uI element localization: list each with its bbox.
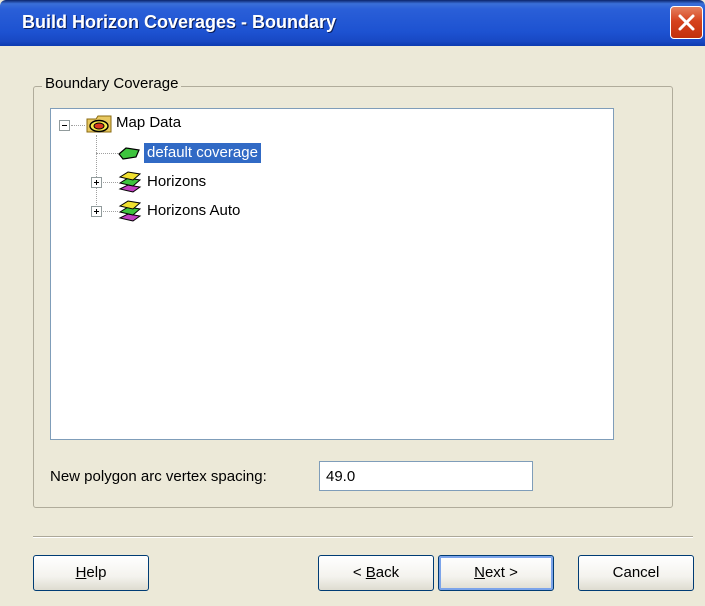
title-bar[interactable]: Build Horizon Coverages - Boundary [0, 0, 705, 46]
back-label-rest: ack [375, 564, 400, 581]
dialog-window: Build Horizon Coverages - Boundary Bound… [0, 0, 705, 606]
coverage-icon [118, 147, 140, 160]
close-button[interactable] [670, 6, 703, 39]
back-button[interactable]: < Back [318, 555, 434, 591]
back-mnemonic: B [365, 564, 376, 581]
vertex-spacing-input[interactable] [319, 461, 533, 491]
help-mnemonic: H [75, 564, 87, 581]
next-mnemonic: N [474, 564, 485, 581]
tree-line [96, 135, 97, 213]
close-icon [678, 14, 695, 31]
tree-node-horizons[interactable]: Horizons [144, 172, 209, 192]
help-label-rest: elp [86, 564, 107, 581]
tree-node-horizons-auto[interactable]: Horizons Auto [144, 201, 243, 221]
vertex-spacing-label: New polygon arc vertex spacing: [50, 468, 267, 485]
cancel-button[interactable]: Cancel [578, 555, 694, 591]
help-button[interactable]: Help [33, 555, 149, 591]
tree-node-default-coverage[interactable]: default coverage [143, 142, 262, 164]
group-legend: Boundary Coverage [42, 75, 182, 92]
tree-expand-toggle[interactable] [91, 206, 102, 217]
coverage-tree[interactable]: Map Data default coverage Horizons Horiz… [50, 108, 614, 440]
tree-node-map-data[interactable]: Map Data [113, 113, 184, 133]
next-label-rest: ext > [484, 564, 518, 581]
coverage-stack-icon [118, 171, 142, 193]
button-separator [33, 536, 693, 538]
next-button[interactable]: Next > [438, 555, 554, 591]
tree-line [71, 125, 85, 126]
tree-collapse-toggle[interactable] [59, 120, 70, 131]
back-prefix: < [352, 564, 366, 581]
coverage-stack-icon [118, 200, 142, 222]
map-data-icon [86, 115, 112, 133]
tree-expand-toggle[interactable] [91, 177, 102, 188]
window-title: Build Horizon Coverages - Boundary [22, 12, 337, 32]
